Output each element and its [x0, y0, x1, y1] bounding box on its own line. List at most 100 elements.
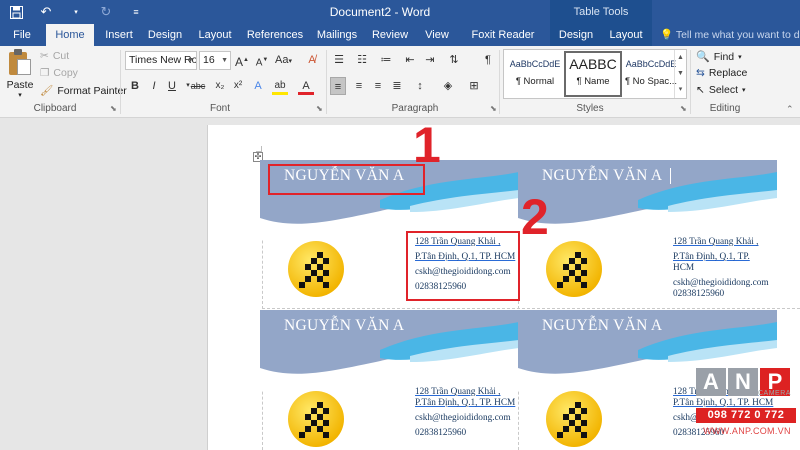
more-styles-icon[interactable]: ▾: [675, 82, 686, 98]
tab-mailings[interactable]: Mailings: [312, 24, 362, 46]
italic-button[interactable]: I: [146, 77, 162, 95]
justify-button[interactable]: ≣: [389, 77, 405, 95]
running-man-logo-icon: [288, 391, 344, 447]
business-card-2[interactable]: NGUYỄN VĂN A 128 Trần Quang Khải , P.Tân…: [518, 160, 777, 305]
bullets-button[interactable]: ☰: [331, 51, 347, 69]
card-name[interactable]: NGUYỄN VĂN A: [542, 317, 662, 335]
tab-view[interactable]: View: [420, 24, 454, 46]
chevron-down-icon: ▼: [221, 57, 228, 64]
tab-foxit-reader-pdf[interactable]: Foxit Reader PDF: [460, 24, 546, 63]
find-label: Find: [713, 50, 735, 63]
running-man-logo-icon: [546, 391, 602, 447]
tab-home[interactable]: Home: [46, 24, 94, 46]
align-center-icon: ≡: [355, 80, 363, 92]
chevron-down-icon[interactable]: ▼: [675, 66, 686, 82]
tab-review[interactable]: Review: [368, 24, 412, 46]
tell-me-box[interactable]: 💡 Tell me what you want to do...: [660, 24, 800, 46]
style-normal[interactable]: AaBbCcDdE ¶ Normal: [506, 51, 564, 97]
title-bar: ↶ ▾ ↻ ≡ Document2 - Word Table Tools: [0, 0, 800, 24]
font-size-value: 16: [203, 54, 215, 66]
show-formatting-button[interactable]: ¶: [480, 51, 496, 69]
undo-icon[interactable]: ↶: [36, 3, 56, 21]
replace-icon: ⇆: [696, 67, 705, 79]
align-right-button[interactable]: ≡: [370, 77, 386, 95]
save-icon[interactable]: [6, 3, 26, 21]
redo-icon[interactable]: ↻: [96, 3, 116, 21]
borders-button[interactable]: ⊞: [466, 77, 482, 95]
change-case-button[interactable]: Aa▾: [275, 51, 292, 69]
card-contact-info[interactable]: 128 Trần Quang Khải , P.Tân Định, Q.1, T…: [415, 387, 525, 439]
tab-references[interactable]: References: [246, 24, 304, 46]
tab-insert[interactable]: Insert: [100, 24, 138, 46]
superscript-button[interactable]: x²: [230, 77, 246, 95]
paragraph-launcher-icon[interactable]: ⬊: [490, 104, 497, 113]
highlight-button[interactable]: ab: [272, 77, 288, 95]
increase-indent-button[interactable]: ⇥: [422, 51, 438, 69]
chevron-up-icon[interactable]: ▲: [675, 50, 686, 66]
paintbrush-icon: 🖌: [40, 85, 54, 97]
font-color-button[interactable]: A: [298, 77, 314, 95]
align-left-button[interactable]: ≡: [330, 77, 346, 95]
card-phone: 02838125960: [415, 428, 467, 438]
numbering-icon: ☷: [357, 54, 367, 66]
clipboard-launcher-icon[interactable]: ⬊: [110, 104, 117, 113]
bold-button[interactable]: B: [127, 77, 143, 95]
card-contact-info[interactable]: 128 Trần Quang Khải , P.Tân Định, Q.1, T…: [673, 237, 777, 300]
annotation-box-contact: [406, 231, 520, 301]
card-name[interactable]: NGUYỄN VĂN A: [284, 317, 404, 335]
multilevel-list-icon: ≔: [380, 54, 392, 66]
copy-button[interactable]: ❐ Copy: [40, 67, 78, 79]
styles-gallery: AaBbCcDdE ¶ Normal AABBC ¶ Name AaBbCcDd…: [503, 49, 687, 99]
copy-label: Copy: [53, 67, 78, 79]
align-right-icon: ≡: [374, 80, 382, 92]
business-card-3[interactable]: NGUYỄN VĂN A 128 Trần Quang Khải , P.Tân…: [260, 310, 519, 450]
multilevel-list-button[interactable]: ≔: [378, 51, 394, 69]
align-center-button[interactable]: ≡: [351, 77, 367, 95]
tab-table-layout[interactable]: Layout: [604, 24, 648, 46]
text-effects-button[interactable]: A: [250, 77, 266, 95]
format-painter-label: Format Painter: [57, 84, 127, 97]
style-name[interactable]: AABBC ¶ Name: [564, 51, 622, 97]
tab-table-design[interactable]: Design: [554, 24, 598, 46]
undo-dropdown-icon[interactable]: ▾: [66, 3, 86, 21]
line-spacing-icon: ↕: [417, 80, 423, 92]
cut-button[interactable]: ✂ Cut: [40, 50, 69, 62]
card-address-line2: P.Tân Định, Q.1, TP. HCM: [415, 398, 516, 408]
tab-layout[interactable]: Layout: [194, 24, 236, 46]
replace-button[interactable]: ⇆ Replace: [696, 67, 747, 79]
clear-formatting-button[interactable]: A̸: [304, 51, 320, 69]
decrease-indent-button[interactable]: ⇤: [402, 51, 418, 69]
line-spacing-button[interactable]: ↕: [412, 77, 428, 95]
styles-scrollbar[interactable]: ▲ ▼ ▾: [674, 50, 686, 98]
customize-qat-icon[interactable]: ≡: [126, 3, 146, 21]
card-name[interactable]: NGUYỄN VĂN A: [542, 167, 662, 185]
shrink-font-button[interactable]: A▼: [254, 51, 270, 69]
style-no-spacing[interactable]: AaBbCcDdE ¶ No Spac...: [622, 51, 680, 97]
paste-button[interactable]: Paste ▾: [5, 49, 35, 99]
ribbon-home: Paste ▾ ✂ Cut ❐ Copy 🖌 Format Painter Cl…: [0, 46, 800, 118]
tab-file[interactable]: File: [6, 24, 38, 46]
select-button[interactable]: ↖ Select ▾: [696, 84, 746, 96]
numbering-button[interactable]: ☷: [354, 51, 370, 69]
annotation-number-2: 2: [521, 189, 549, 245]
card-address-line1: 128 Trần Quang Khải ,: [673, 237, 759, 247]
font-launcher-icon[interactable]: ⬊: [316, 104, 323, 113]
grow-font-button[interactable]: A▲: [234, 51, 250, 69]
find-button[interactable]: 🔍 Find ▾: [696, 50, 742, 64]
subscript-button[interactable]: x₂: [212, 77, 228, 95]
watermark-site: WWW.ANP.COM.VN: [703, 426, 791, 436]
sort-button[interactable]: ⇅: [446, 51, 462, 69]
table-gridline: [262, 308, 800, 309]
styles-launcher-icon[interactable]: ⬊: [680, 104, 687, 113]
shading-button[interactable]: ◈: [440, 77, 456, 95]
font-family-select[interactable]: Times New Ro ▼: [125, 51, 197, 70]
annotation-box-name: [268, 164, 425, 195]
underline-button[interactable]: U: [164, 77, 180, 95]
format-painter-button[interactable]: 🖌 Format Painter: [40, 84, 127, 98]
collapse-ribbon-icon[interactable]: ⌃: [786, 104, 794, 115]
font-size-select[interactable]: 16 ▼: [199, 51, 231, 70]
tell-me-text: Tell me what you want to do...: [675, 29, 800, 41]
watermark-letter: N: [728, 368, 758, 396]
strikethrough-button[interactable]: abc: [190, 77, 206, 95]
tab-design[interactable]: Design: [144, 24, 186, 46]
